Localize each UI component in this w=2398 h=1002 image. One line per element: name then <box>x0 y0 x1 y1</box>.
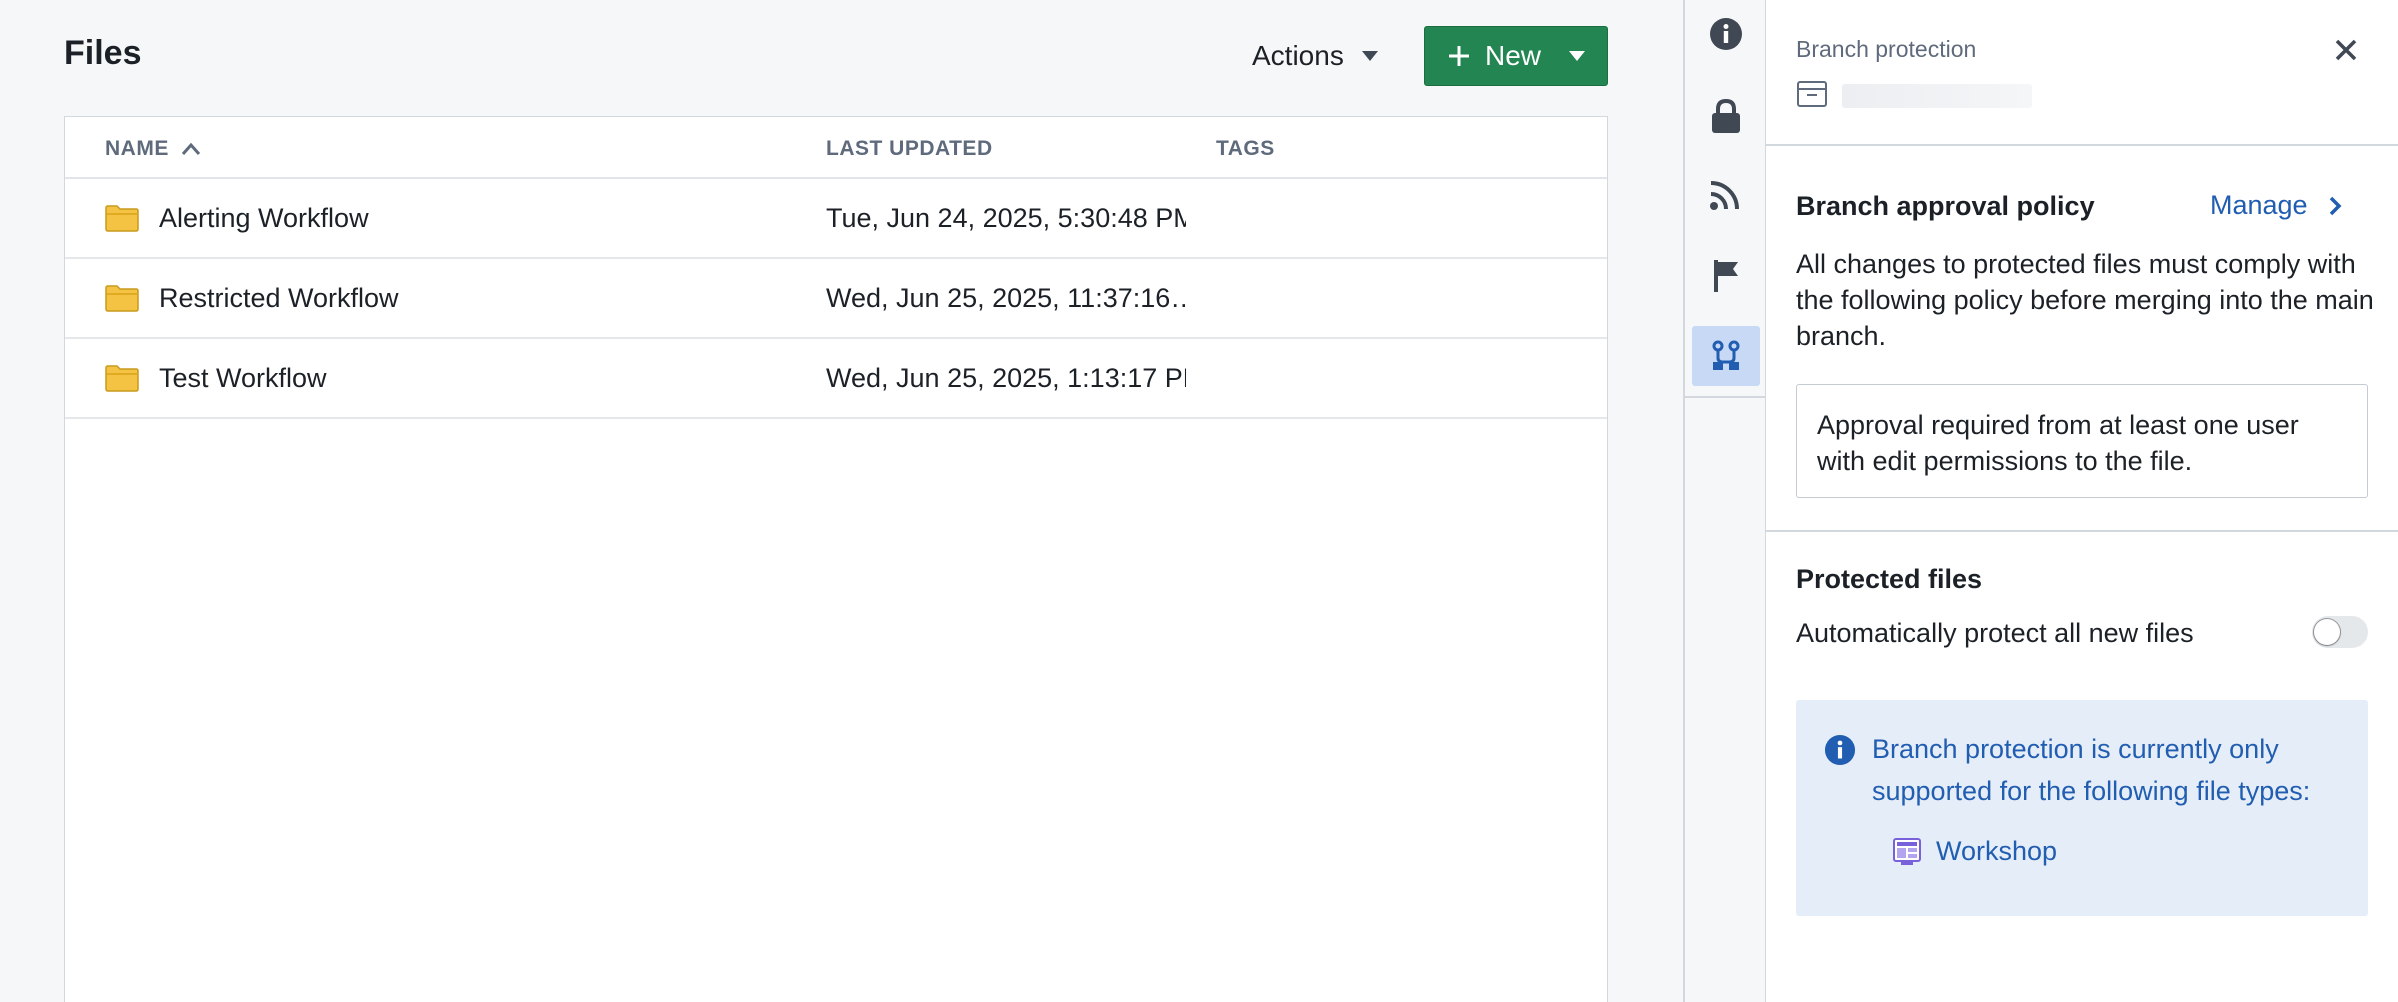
last-updated-cell: Tue, Jun 24, 2025, 5:30:48 PM <box>826 179 1186 257</box>
flag-icon <box>1711 258 1741 294</box>
auto-protect-label: Automatically protect all new files <box>1796 618 2194 649</box>
workshop-file-type-link[interactable]: Workshop <box>1892 836 2057 867</box>
rss-icon <box>1709 177 1743 211</box>
column-tags-label: TAGS <box>1216 137 1275 161</box>
repository-icon <box>1796 80 1828 108</box>
column-header-tags[interactable]: TAGS <box>1216 137 1275 161</box>
auto-protect-toggle[interactable] <box>2312 616 2368 648</box>
file-name: Test Workflow <box>159 363 327 394</box>
panel-label: Branch protection <box>1796 36 1976 63</box>
files-area: Files Actions New NAME LA <box>0 0 1683 1002</box>
page-title: Files <box>64 34 141 73</box>
panel-divider <box>1766 530 2398 532</box>
file-name-cell: Test Workflow <box>105 339 327 417</box>
branch-protection-panel: Branch protection Branch approval policy… <box>1766 0 2398 1002</box>
info-callout: Branch protection is currently only supp… <box>1796 700 2368 916</box>
repository-name-redacted <box>1842 84 2032 108</box>
manage-label: Manage <box>2210 190 2308 221</box>
lock-icon <box>1710 98 1742 134</box>
toggle-knob <box>2314 619 2340 645</box>
rail-flag-button[interactable] <box>1692 246 1760 306</box>
branch-icon <box>1711 340 1741 372</box>
column-name-label: NAME <box>105 137 169 161</box>
sort-ascending-icon <box>181 142 201 156</box>
table-row[interactable]: Alerting Workflow Tue, Jun 24, 2025, 5:3… <box>65 179 1607 259</box>
table-row[interactable]: Restricted Workflow Wed, Jun 25, 2025, 1… <box>65 259 1607 339</box>
manage-link[interactable]: Manage <box>2210 190 2342 221</box>
new-button[interactable]: New <box>1424 26 1608 86</box>
policy-description: All changes to protected files must comp… <box>1796 246 2376 354</box>
file-name: Alerting Workflow <box>159 203 369 234</box>
rail-info-button[interactable] <box>1692 4 1760 64</box>
column-header-last-updated[interactable]: LAST UPDATED <box>826 137 993 161</box>
rail-divider <box>1685 396 1768 398</box>
close-icon <box>2334 38 2358 62</box>
folder-icon <box>105 364 139 392</box>
column-last-updated-label: LAST UPDATED <box>826 137 993 161</box>
folder-icon <box>105 204 139 232</box>
workshop-label: Workshop <box>1936 836 2057 867</box>
chevron-right-icon <box>2328 195 2342 217</box>
caret-down-icon <box>1569 51 1585 61</box>
last-updated-cell: Wed, Jun 25, 2025, 11:37:16… <box>826 259 1186 337</box>
actions-label: Actions <box>1252 40 1344 72</box>
rail-lock-button[interactable] <box>1692 86 1760 146</box>
file-name-cell: Restricted Workflow <box>105 259 399 337</box>
table-row[interactable]: Test Workflow Wed, Jun 25, 2025, 1:13:17… <box>65 339 1607 419</box>
close-button[interactable] <box>2326 30 2366 70</box>
folder-icon <box>105 284 139 312</box>
table-header: NAME LAST UPDATED TAGS <box>65 117 1607 179</box>
column-header-name[interactable]: NAME <box>105 137 201 161</box>
app-window: Files Actions New NAME LA <box>0 0 2398 1002</box>
rail-branch-button[interactable] <box>1692 326 1760 386</box>
info-icon <box>1824 734 1856 766</box>
plus-icon <box>1447 44 1471 68</box>
callout-text: Branch protection is currently only supp… <box>1872 728 2352 812</box>
protected-files-title: Protected files <box>1796 564 1982 595</box>
new-label: New <box>1485 40 1541 72</box>
sidebar-rail <box>1683 0 1766 1002</box>
file-name: Restricted Workflow <box>159 283 399 314</box>
files-table: NAME LAST UPDATED TAGS <box>64 116 1608 1002</box>
info-icon <box>1709 17 1743 51</box>
panel-divider <box>1766 144 2398 146</box>
rail-feed-button[interactable] <box>1692 164 1760 224</box>
actions-button[interactable]: Actions <box>1236 26 1386 86</box>
workshop-icon <box>1892 837 1922 867</box>
policy-rule-box: Approval required from at least one user… <box>1796 384 2368 498</box>
caret-down-icon <box>1362 51 1378 61</box>
file-name-cell: Alerting Workflow <box>105 179 369 257</box>
last-updated-cell: Wed, Jun 25, 2025, 1:13:17 PM <box>826 339 1186 417</box>
policy-title: Branch approval policy <box>1796 191 2095 222</box>
